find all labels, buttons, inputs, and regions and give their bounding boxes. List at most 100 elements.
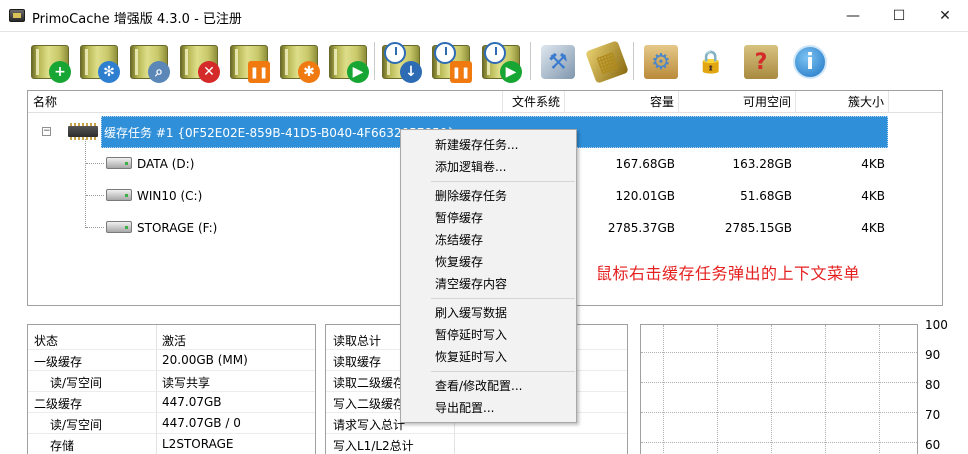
title-bar: PrimoCache 增强版 4.3.0 - 已注册 — ☐ ✕ xyxy=(0,0,968,31)
menu-item-delete-cache-task[interactable]: 删除缓存任务 xyxy=(435,186,507,206)
status-row: 读/写空间 447.07GB / 0 xyxy=(28,413,315,434)
resume-cache-button[interactable]: ▶ xyxy=(327,41,369,83)
snowflake-icon: ✻ xyxy=(98,61,120,83)
stat-label: 读取缓存 xyxy=(333,355,382,369)
resume-deferred-write-button[interactable]: ▶ xyxy=(480,41,522,83)
volume-free-space: 51.68GB xyxy=(740,189,792,203)
menu-item-view-modify-config[interactable]: 查看/修改配置... xyxy=(435,376,523,396)
menu-item-resume-cache[interactable]: 恢复缓存 xyxy=(435,252,483,272)
menu-item-resume-deferred-write[interactable]: 恢复延时写入 xyxy=(435,347,507,367)
lock-button[interactable]: 🔒 xyxy=(690,41,732,83)
clock-play-icon: ▶ xyxy=(500,61,522,83)
status-row: 二级缓存 447.07GB xyxy=(28,392,315,413)
menu-separator xyxy=(431,298,575,299)
status-row: 一级缓存 20.00GB (MM) xyxy=(28,350,315,371)
status-value: L2STORAGE xyxy=(162,437,234,451)
app-icon xyxy=(9,9,25,22)
grid-line xyxy=(663,325,664,454)
collapse-toggle[interactable]: − xyxy=(42,127,51,136)
minimize-button[interactable]: — xyxy=(830,0,876,31)
cache-status-panel: 状态 激活 一级缓存 20.00GB (MM) 读/写空间 读写共享 二级缓存 … xyxy=(27,324,316,454)
y-axis-tick: 80 xyxy=(925,378,941,392)
volume-name: WIN10 (C:) xyxy=(137,189,203,203)
cache-config-button[interactable]: ✻ xyxy=(78,41,120,83)
tools-button[interactable]: ⚒ xyxy=(537,41,579,83)
menu-item-flush-deferred-write[interactable]: 刷入缓写数据 xyxy=(435,303,507,323)
grid-line xyxy=(825,325,826,454)
info-icon: i xyxy=(793,45,827,79)
y-axis-tick: 70 xyxy=(925,408,941,422)
grid-line xyxy=(641,382,917,383)
toolbar-separator xyxy=(374,42,375,80)
search-button[interactable]: ⌕ xyxy=(128,41,170,83)
clock-icon xyxy=(484,42,506,64)
status-label: 二级缓存 xyxy=(34,397,83,411)
annotation-caption: 鼠标右击缓存任务弹出的上下文菜单 xyxy=(596,264,861,283)
status-value: 读写共享 xyxy=(162,376,211,390)
grid-line xyxy=(641,442,917,443)
license-button[interactable]: ▦ xyxy=(585,40,629,84)
volume-free-space: 2785.15GB xyxy=(724,221,792,235)
toolbar-separator xyxy=(633,42,634,80)
toolbar: + ✻ ⌕ ✕ ❚❚ ✱ ▶ ↓ ❚❚ ▶ ⚒ ▦ ⚙ 🔒? i xyxy=(0,31,968,89)
menu-separator xyxy=(431,371,575,372)
menu-item-freeze-cache[interactable]: 冻结缓存 xyxy=(435,230,483,250)
hard-disk-icon xyxy=(106,221,132,233)
menu-item-clear-cache[interactable]: 清空缓存内容 xyxy=(435,274,507,294)
asterisk-icon: ✱ xyxy=(298,61,320,83)
pause-deferred-write-button[interactable]: ❚❚ xyxy=(430,41,472,83)
column-header-free-space[interactable]: 可用空间 xyxy=(679,91,796,113)
menu-item-pause-deferred-write[interactable]: 暂停延时写入 xyxy=(435,325,507,345)
pause-cache-button[interactable]: ❚❚ xyxy=(228,41,270,83)
delete-cache-task-button[interactable]: ✕ xyxy=(178,41,220,83)
menu-item-add-volume[interactable]: 添加逻辑卷... xyxy=(435,157,506,177)
menu-item-new-cache-task[interactable]: 新建缓存任务... xyxy=(435,135,518,155)
stat-label: 写入L1/L2总计 xyxy=(333,439,414,453)
stat-row: 写入L1/L2总计 xyxy=(326,434,627,454)
settings-button[interactable]: ⚙ xyxy=(640,41,682,83)
y-axis-tick: 90 xyxy=(925,348,941,362)
chip-license-icon: ▦ xyxy=(585,40,629,84)
grid-line xyxy=(641,352,917,353)
menu-item-pause-cache[interactable]: 暂停缓存 xyxy=(435,208,483,228)
menu-separator xyxy=(431,181,575,182)
volume-capacity: 167.68GB xyxy=(615,157,675,171)
x-icon: ✕ xyxy=(198,61,220,83)
context-menu: 新建缓存任务... 添加逻辑卷... 删除缓存任务 暂停缓存 冻结缓存 恢复缓存… xyxy=(400,129,577,423)
grid-line xyxy=(641,412,917,413)
grid-line xyxy=(771,325,772,454)
grid-line xyxy=(879,325,880,454)
lock-icon: 🔒 xyxy=(697,49,725,75)
status-label: 存储 xyxy=(50,439,75,453)
performance-graph xyxy=(640,324,918,454)
about-button[interactable]: i xyxy=(789,41,831,83)
flush-deferred-write-button[interactable]: ↓ xyxy=(380,41,422,83)
column-header-filesystem[interactable]: 文件系统 xyxy=(503,91,565,113)
column-header-name[interactable]: 名称 xyxy=(28,91,503,113)
play-icon: ▶ xyxy=(347,61,369,83)
volume-capacity: 120.01GB xyxy=(615,189,675,203)
toolbar-separator xyxy=(530,42,531,80)
stat-label: 写入二级缓存 xyxy=(333,397,406,411)
gear-box-icon: ⚙ xyxy=(644,45,678,79)
column-header-cluster-size[interactable]: 簇大小 xyxy=(796,91,889,113)
grid-line xyxy=(717,325,718,454)
close-button[interactable]: ✕ xyxy=(922,0,968,31)
y-axis-tick: 60 xyxy=(925,438,941,452)
menu-item-export-config[interactable]: 导出配置... xyxy=(435,398,494,418)
tools-icon: ⚒ xyxy=(541,45,575,79)
freeze-cache-button[interactable]: ✱ xyxy=(278,41,320,83)
volume-cluster-size: 4KB xyxy=(861,189,885,203)
status-value: 激活 xyxy=(162,334,187,348)
status-label: 一级缓存 xyxy=(34,355,83,369)
memory-chip-icon xyxy=(68,123,98,140)
stat-label: 读取总计 xyxy=(333,334,382,348)
maximize-button[interactable]: ☐ xyxy=(876,0,922,31)
hard-disk-icon xyxy=(106,157,132,169)
window-title: PrimoCache 增强版 4.3.0 - 已注册 xyxy=(32,12,242,27)
help-button[interactable]: ? xyxy=(740,41,782,83)
new-cache-task-button[interactable]: + xyxy=(29,41,71,83)
clock-pause-icon: ❚❚ xyxy=(450,61,472,83)
column-header-capacity[interactable]: 容量 xyxy=(565,91,679,113)
status-value: 447.07GB / 0 xyxy=(162,416,241,430)
